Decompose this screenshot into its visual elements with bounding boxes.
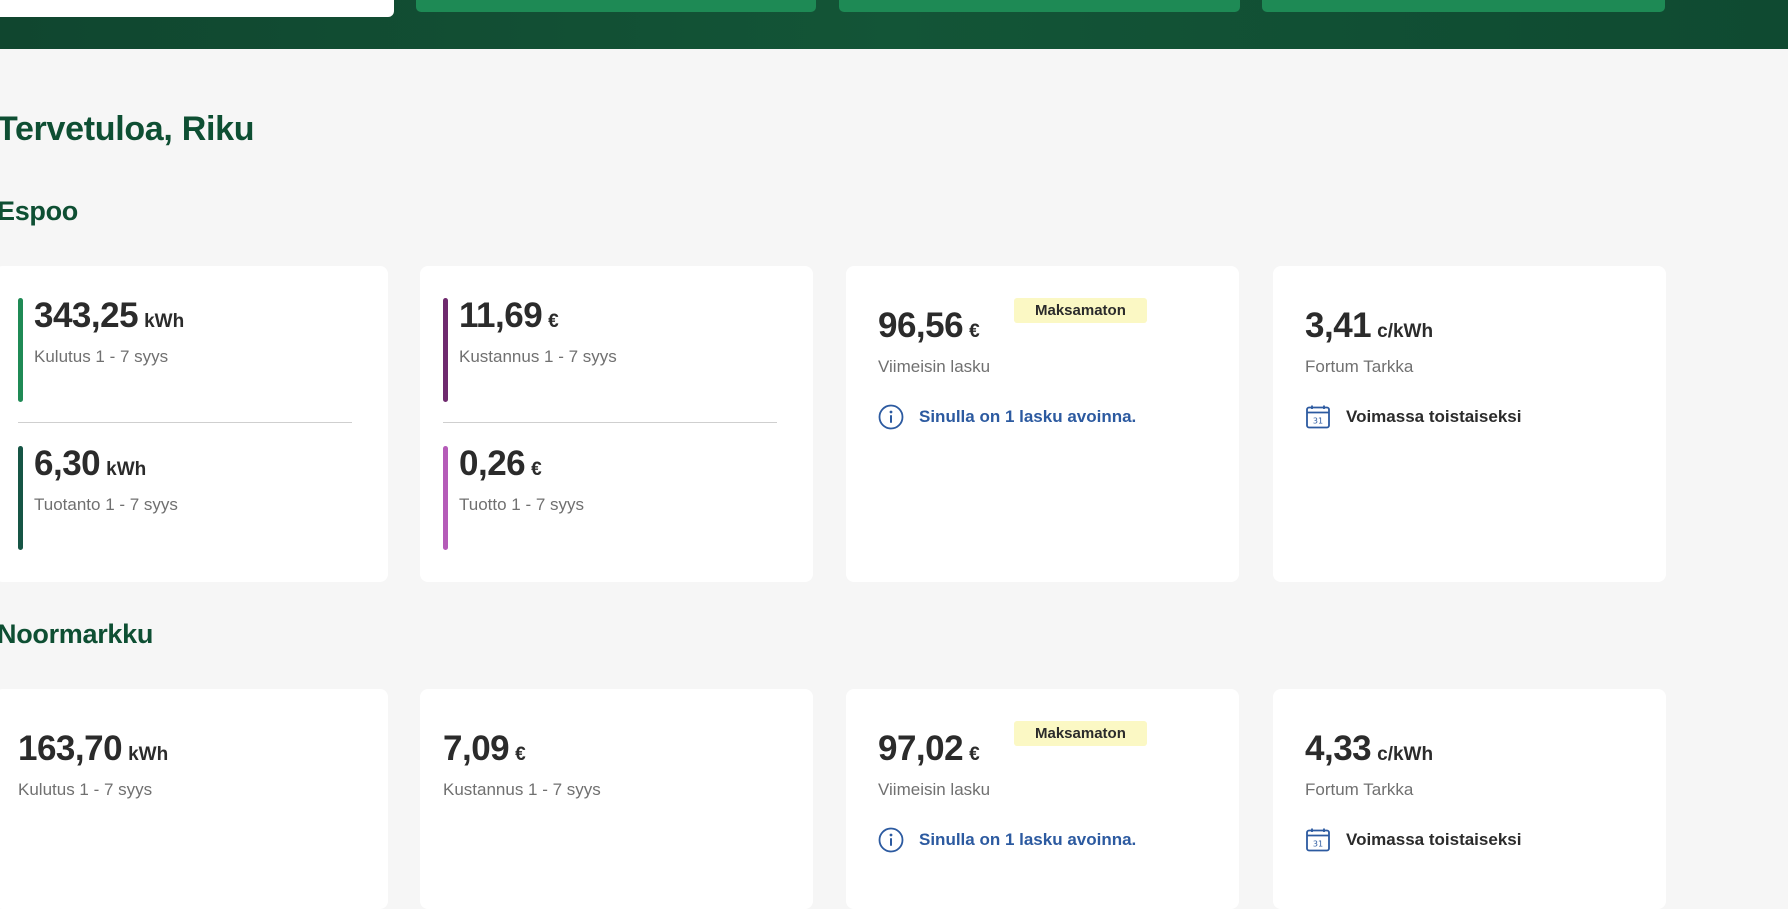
energy-card-noormarkku[interactable]: 163,70 kWh Kulutus 1 - 7 syys [0,689,388,909]
consumption-label: Kulutus 1 - 7 syys [34,347,169,366]
contract-price-value: 4,33 [1305,729,1372,768]
consumption-bar [18,298,23,402]
production-label: Tuotanto 1 - 7 syys [34,495,178,514]
production-metric: 6,30 kWh Tuotanto 1 - 7 syys [18,444,178,550]
revenue-bar [443,446,448,550]
contract-metric: 3,41 c/kWh Fortum Tarkka [1305,308,1433,377]
revenue-unit: € [531,459,542,480]
svg-text:31: 31 [1313,840,1323,849]
invoice-info-text: Sinulla on 1 lasku avoinna. [919,830,1137,849]
contract-validity-row: 31 Voimassa toistaiseksi [1305,827,1521,853]
cost-metric: 7,09 € Kustannus 1 - 7 syys [443,731,601,800]
revenue-value: 0,26 [459,444,526,483]
invoice-unit: € [969,744,980,765]
consumption-metric: 343,25 kWh Kulutus 1 - 7 syys [18,296,185,402]
production-value: 6,30 [34,444,101,483]
cost-unit: € [548,311,559,332]
invoice-label: Viimeisin lasku [878,780,991,799]
contract-price-unit: c/kWh [1377,321,1434,342]
cost-value: 7,09 [443,729,510,768]
invoice-label: Viimeisin lasku [878,357,991,376]
card-divider [18,422,352,423]
cost-label: Kustannus 1 - 7 syys [443,780,601,799]
contract-price-value: 3,41 [1305,306,1372,345]
cost-card-espoo[interactable]: 11,69 € Kustannus 1 - 7 syys 0,26 € Tuotto… [420,266,813,582]
invoice-card-espoo[interactable]: 96,56 € Viimeisin lasku Maksamaton Sinull… [846,266,1239,582]
site-title-espoo: Espoo [0,196,79,226]
cost-bar [443,298,448,402]
contract-price-unit: c/kWh [1377,744,1434,765]
invoice-status-badge: Maksamaton [1014,721,1147,746]
svg-text:31: 31 [1313,417,1323,426]
contract-validity-row: 31 Voimassa toistaiseksi [1305,404,1521,430]
invoice-info-row[interactable]: Sinulla on 1 lasku avoinna. [878,827,1136,853]
consumption-unit: kWh [128,744,169,765]
welcome-heading: Tervetuloa, Riku [0,110,255,148]
invoice-value: 97,02 [878,729,964,768]
info-circle-icon [878,404,904,430]
cost-unit: € [515,744,526,765]
cost-value: 11,69 [459,296,543,335]
contract-card-noormarkku[interactable]: 4,33 c/kWh Fortum Tarkka 31 Voimassa tois… [1273,689,1666,909]
invoice-metric: 97,02 € Viimeisin lasku [878,731,990,800]
contract-metric: 4,33 c/kWh Fortum Tarkka [1305,731,1433,800]
production-unit: kWh [106,459,147,480]
revenue-metric: 0,26 € Tuotto 1 - 7 syys [443,444,585,550]
consumption-value: 163,70 [18,729,123,768]
consumption-label: Kulutus 1 - 7 syys [18,780,153,799]
consumption-metric: 163,70 kWh Kulutus 1 - 7 syys [18,731,168,800]
top-nav-tab-2[interactable] [839,0,1240,12]
cost-label: Kustannus 1 - 7 syys [459,347,617,366]
top-nav-tab-3[interactable] [1262,0,1665,12]
calendar-icon: 31 [1306,405,1330,429]
contract-card-espoo[interactable]: 3,41 c/kWh Fortum Tarkka 31 Voimassa tois… [1273,266,1666,582]
energy-card-espoo[interactable]: 343,25 kWh Kulutus 1 - 7 syys 6,30 kWh Tuo… [0,266,388,582]
info-circle-icon [878,827,904,853]
invoice-card-noormarkku[interactable]: 97,02 € Viimeisin lasku Maksamaton Sinull… [846,689,1239,909]
invoice-info-row[interactable]: Sinulla on 1 lasku avoinna. [878,404,1136,430]
cost-card-noormarkku[interactable]: 7,09 € Kustannus 1 - 7 syys [420,689,813,909]
production-bar [18,446,23,550]
revenue-label: Tuotto 1 - 7 syys [459,495,585,514]
contract-validity-text: Voimassa toistaiseksi [1346,830,1522,849]
consumption-value: 343,25 [34,296,139,335]
consumption-unit: kWh [144,311,185,332]
invoice-unit: € [969,321,980,342]
top-navigation-bar [0,0,1788,49]
card-divider [443,422,777,423]
invoice-value: 96,56 [878,306,964,345]
top-search-field[interactable] [0,0,394,17]
contract-validity-text: Voimassa toistaiseksi [1346,407,1522,426]
invoice-metric: 96,56 € Viimeisin lasku [878,308,990,377]
contract-name: Fortum Tarkka [1305,780,1414,799]
cost-metric: 11,69 € Kustannus 1 - 7 syys [443,296,617,402]
top-nav-tab-1[interactable] [416,0,816,12]
calendar-icon: 31 [1306,828,1330,852]
contract-name: Fortum Tarkka [1305,357,1414,376]
invoice-info-text: Sinulla on 1 lasku avoinna. [919,407,1137,426]
site-title-noormarkku: Noormarkku [0,619,154,649]
invoice-status-badge: Maksamaton [1014,298,1147,323]
